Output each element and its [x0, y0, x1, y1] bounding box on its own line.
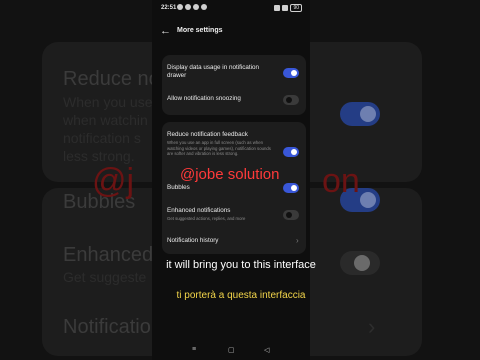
toggle-enhanced[interactable] — [283, 210, 299, 220]
setting-row-enhanced[interactable]: Enhanced notifications Get suggested act… — [167, 207, 301, 225]
toggle-reduce-feedback[interactable] — [283, 147, 299, 157]
setting-title: Enhanced notifications — [167, 207, 231, 214]
bg-enhanced-label: Enhanced — [63, 244, 154, 266]
caption-italian: ti porterà a questa interfaccia — [176, 290, 306, 301]
bg-history-label: Notificatio — [63, 316, 151, 338]
bg-toggle-reduce — [340, 102, 380, 126]
app-icon — [177, 4, 183, 10]
wifi-icon — [274, 5, 281, 11]
bg-chevron-right-icon: › — [368, 314, 376, 339]
bg-reduce-desc-2: when watchin — [63, 112, 148, 128]
setting-row-snoozing[interactable]: Allow notification snoozing — [167, 95, 301, 107]
status-bar: 22:51 90 — [152, 0, 310, 16]
setting-title: Allow notification snoozing — [167, 95, 241, 102]
toggle-data-usage[interactable] — [283, 68, 299, 78]
settings-card-1: Display data usage in notification drawe… — [162, 55, 306, 115]
setting-title: Display data usage in notification drawe… — [167, 64, 260, 79]
setting-row-bubbles[interactable]: Bubbles — [167, 184, 301, 194]
setting-row-history[interactable]: Notification history — [167, 237, 301, 247]
bg-watermark-right: on — [322, 162, 360, 200]
setting-title: Notification history — [167, 237, 219, 244]
back-arrow-icon[interactable]: ← — [160, 25, 171, 37]
signal-icon — [282, 5, 289, 11]
bg-reduce-desc-3: notification s — [63, 130, 141, 146]
toggle-bubbles[interactable] — [283, 183, 299, 193]
bg-enhanced-desc: Get suggeste — [63, 269, 147, 285]
app-icon — [201, 4, 207, 10]
battery-icon: 90 — [290, 4, 302, 12]
back-triangle-icon[interactable]: ◁ — [264, 346, 269, 354]
app-icon — [193, 4, 199, 10]
notification-icons — [177, 4, 207, 10]
bg-watermark-left: @j — [92, 162, 135, 200]
setting-title: Bubbles — [167, 184, 190, 191]
app-icon — [185, 4, 191, 10]
setting-description: Get suggested actions, replies, and more — [167, 216, 246, 221]
watermark: @jobe solution — [180, 166, 280, 183]
bg-reduce-label: Reduce no — [63, 68, 160, 90]
bg-reduce-desc-1: When you use — [63, 94, 153, 110]
system-icons: 90 — [274, 4, 302, 12]
setting-row-data-usage[interactable]: Display data usage in notification drawe… — [167, 64, 301, 84]
toggle-snoozing[interactable] — [283, 95, 299, 105]
page-header: ← More settings — [152, 24, 310, 42]
page-title: More settings — [177, 27, 223, 34]
chevron-right-icon: › — [296, 236, 299, 245]
status-time: 22:51 — [161, 5, 177, 11]
bg-toggle-enhanced — [340, 251, 380, 275]
home-icon[interactable]: ▢ — [228, 346, 235, 354]
navigation-bar: ≡ ▢ ◁ — [152, 340, 310, 360]
setting-description: When you use an app in full screen (such… — [167, 140, 271, 157]
caption-english: it will bring you to this interface — [166, 259, 316, 271]
recents-icon[interactable]: ≡ — [192, 346, 196, 353]
settings-card-2: Reduce notification feedback When you us… — [162, 122, 306, 254]
setting-title: Reduce notification feedback — [167, 131, 248, 138]
